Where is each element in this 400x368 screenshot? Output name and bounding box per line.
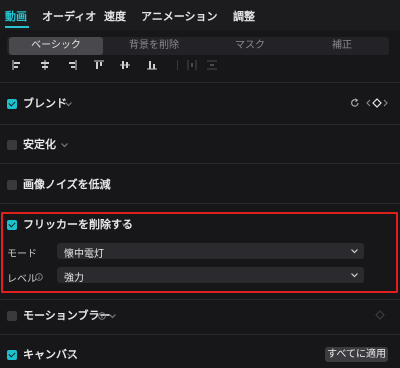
stabilize-label[interactable]: 安定化: [23, 138, 56, 152]
chevron-down-icon: [351, 273, 358, 278]
prev-keyframe-icon[interactable]: [366, 99, 371, 107]
align-top-icon[interactable]: [94, 60, 104, 70]
blend-label[interactable]: ブレンド: [23, 97, 67, 111]
chevron-down-icon: [351, 249, 358, 254]
tab-animation[interactable]: アニメーション: [141, 8, 218, 24]
denoise-section: 画像ノイズを低減: [7, 178, 207, 194]
motion-blur-checkbox[interactable]: [7, 311, 17, 321]
distribute-vertical-icon: [207, 60, 217, 70]
motion-blur-section: モーションブラー: [7, 309, 207, 325]
info-icon[interactable]: [35, 273, 43, 281]
chevron-down-icon[interactable]: [100, 182, 107, 188]
keyframe-tools: [350, 96, 390, 110]
denoise-label[interactable]: 画像ノイズを低減: [23, 178, 111, 192]
reset-icon[interactable]: [350, 98, 360, 108]
subtab-remove-background[interactable]: 背景を削除: [107, 37, 201, 55]
align-center-horizontal-icon[interactable]: [40, 60, 50, 70]
chevron-down-icon[interactable]: [122, 222, 129, 228]
stabilize-checkbox[interactable]: [7, 140, 17, 150]
flicker-checkbox[interactable]: [7, 220, 17, 230]
canvas-section: キャンバス: [7, 348, 207, 364]
keyframe-diamond-icon[interactable]: [372, 98, 382, 108]
flicker-label[interactable]: フリッカーを削除する: [23, 218, 133, 232]
tab-adjust[interactable]: 調整: [233, 8, 255, 24]
align-left-icon[interactable]: [12, 60, 22, 70]
divider: [0, 163, 400, 164]
apply-to-all-button[interactable]: すべてに適用: [325, 347, 388, 362]
align-bottom-icon[interactable]: [147, 60, 157, 70]
tab-video[interactable]: 動画: [5, 8, 27, 24]
subtab-mask[interactable]: マスク: [203, 37, 297, 55]
chevron-down-icon[interactable]: [61, 142, 68, 148]
top-tab-bar: 動画 オーディオ 速度 アニメーション 調整: [0, 0, 400, 30]
chevron-down-icon[interactable]: [67, 352, 74, 358]
subtab-basic[interactable]: ベーシック: [9, 37, 103, 55]
denoise-checkbox[interactable]: [7, 180, 17, 190]
flicker-section: フリッカーを削除する: [7, 218, 207, 234]
blend-section: ブレンド: [7, 97, 207, 113]
align-right-icon[interactable]: [67, 60, 77, 70]
next-keyframe-icon[interactable]: [383, 99, 388, 107]
info-icon[interactable]: [98, 312, 106, 320]
distribute-horizontal-icon: [187, 60, 197, 70]
mode-select[interactable]: 懐中電灯: [57, 243, 364, 260]
align-middle-vertical-icon[interactable]: [120, 60, 130, 70]
keyframe-diamond-icon: [375, 310, 385, 320]
tab-speed[interactable]: 速度: [104, 8, 126, 24]
sub-tab-bar: ベーシック 背景を削除 マスク 補正: [7, 37, 389, 55]
canvas-checkbox[interactable]: [7, 350, 17, 360]
subtab-correction[interactable]: 補正: [295, 37, 389, 55]
mode-select-value: 懐中電灯: [64, 249, 104, 260]
level-select[interactable]: 強力: [57, 267, 364, 284]
divider: [0, 299, 400, 300]
active-tab-indicator: [5, 26, 29, 28]
stabilize-section: 安定化: [7, 138, 207, 154]
blend-checkbox[interactable]: [7, 99, 17, 109]
chevron-down-icon[interactable]: [65, 101, 72, 107]
level-select-value: 強力: [64, 273, 84, 284]
divider: [0, 82, 400, 83]
divider: [0, 334, 400, 335]
align-divider: [177, 60, 178, 70]
level-label: レベル: [7, 274, 37, 285]
mode-label: モード: [7, 249, 37, 260]
tab-audio[interactable]: オーディオ: [42, 8, 96, 24]
chevron-down-icon[interactable]: [109, 313, 116, 319]
divider: [0, 203, 400, 204]
divider: [0, 124, 400, 125]
